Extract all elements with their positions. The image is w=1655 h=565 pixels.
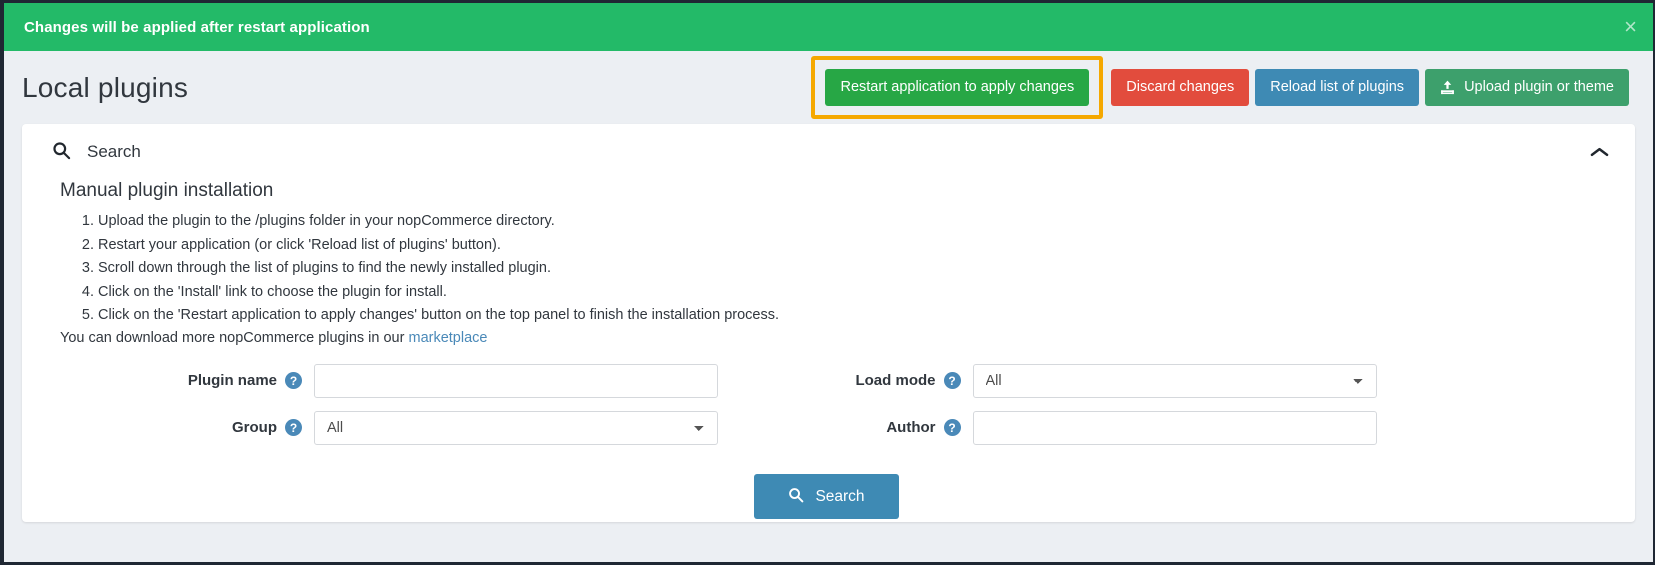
close-icon[interactable]: × (1624, 16, 1637, 38)
search-button-label: Search (815, 487, 865, 505)
search-icon (52, 141, 71, 163)
plugin-name-row: Plugin name ? (42, 363, 827, 398)
upload-icon (1440, 80, 1455, 95)
content-header: Local plugins Restart application to app… (4, 51, 1653, 124)
search-icon (788, 487, 804, 507)
discard-changes-button[interactable]: Discard changes (1111, 69, 1250, 106)
group-label-group: Group ? (42, 419, 314, 436)
manual-installation-title: Manual plugin installation (60, 180, 274, 201)
load-mode-row: Load mode ? All (827, 363, 1612, 398)
header-actions: Restart application to apply changes Dis… (811, 56, 1629, 119)
author-row: Author ? (827, 410, 1612, 445)
help-icon[interactable]: ? (943, 372, 961, 389)
upload-plugin-button[interactable]: Upload plugin or theme (1425, 69, 1629, 106)
page-title: Local plugins (22, 71, 189, 103)
help-icon[interactable]: ? (943, 419, 961, 436)
search-form: Plugin name ? Group ? All Load mode ? Al… (42, 363, 1612, 458)
list-item: Restart your application (or click 'Relo… (98, 234, 1611, 257)
group-select[interactable]: All (314, 410, 718, 445)
help-icon[interactable]: ? (285, 372, 302, 389)
notification-bar: Changes will be applied after restart ap… (4, 3, 1653, 51)
chevron-up-icon[interactable] (1590, 146, 1609, 158)
author-label-group: Author ? (827, 419, 973, 436)
load-mode-select[interactable]: All (972, 363, 1377, 398)
plugin-name-label: Plugin name (187, 372, 277, 389)
search-panel-header[interactable]: Search (22, 124, 1635, 180)
load-mode-label-group: Load mode ? (827, 372, 973, 389)
marketplace-text: You can download more nopCommerce plugin… (60, 329, 409, 346)
restart-application-button[interactable]: Restart application to apply changes (825, 69, 1090, 106)
marketplace-line: You can download more nopCommerce plugin… (60, 330, 1611, 346)
admin-page: Changes will be applied after restart ap… (0, 0, 1655, 565)
search-form-right-column: Load mode ? All Author ? (827, 363, 1612, 458)
reload-plugins-button[interactable]: Reload list of plugins (1255, 69, 1420, 106)
plugin-name-input[interactable] (314, 363, 718, 398)
list-item: Scroll down through the list of plugins … (98, 257, 1611, 280)
list-item: Click on the 'Install' link to choose th… (98, 281, 1611, 304)
search-button-row: Search (42, 473, 1611, 519)
list-item: Upload the plugin to the /plugins folder… (98, 210, 1611, 233)
installation-steps: Upload the plugin to the /plugins folder… (42, 210, 1611, 327)
search-panel: Search Manual plugin installation Upload… (22, 124, 1635, 522)
upload-plugin-button-label: Upload plugin or theme (1464, 79, 1614, 96)
search-button[interactable]: Search (754, 473, 899, 519)
group-label: Group (232, 419, 277, 436)
author-input[interactable] (972, 410, 1377, 445)
list-item: Click on the 'Restart application to app… (98, 304, 1611, 327)
load-mode-label: Load mode (855, 372, 936, 389)
group-row: Group ? All (42, 410, 827, 445)
restart-button-highlight: Restart application to apply changes (811, 56, 1104, 119)
plugin-name-label-group: Plugin name ? (42, 372, 314, 389)
help-icon[interactable]: ? (285, 419, 302, 436)
search-panel-body: Manual plugin installation Upload the pl… (22, 180, 1635, 519)
marketplace-link[interactable]: marketplace (408, 330, 487, 346)
search-panel-title: Search (87, 142, 141, 161)
notification-message: Changes will be applied after restart ap… (24, 18, 370, 36)
search-form-left-column: Plugin name ? Group ? All (42, 363, 827, 458)
author-label: Author (886, 419, 936, 436)
